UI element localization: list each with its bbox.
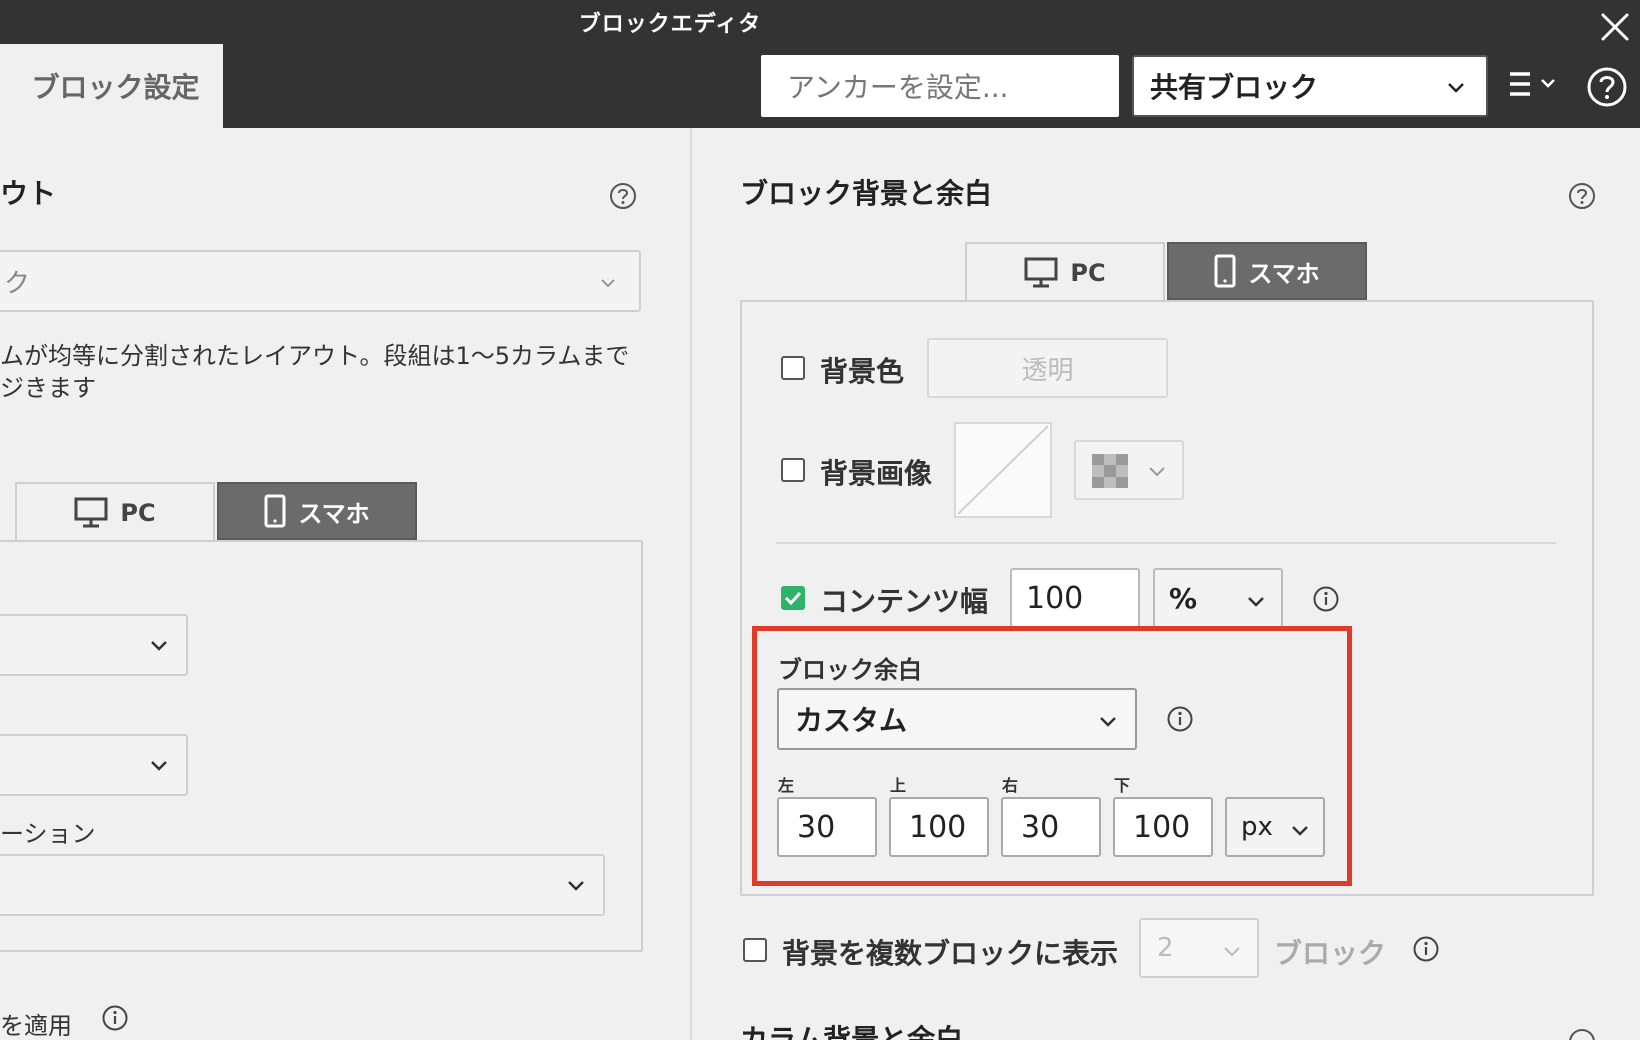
multi-block-count-value: 2 (1157, 933, 1174, 963)
question-circle-icon (1569, 183, 1595, 209)
empty-image-icon (957, 425, 1049, 515)
multi-block-info-button[interactable] (1411, 934, 1441, 964)
left-help-button[interactable] (607, 180, 639, 212)
left-field-label: ーション (0, 820, 96, 848)
margin-top-input[interactable]: 100 (889, 797, 989, 857)
margin-top-label: 上 (890, 776, 907, 795)
hamburger-menu-icon (1510, 72, 1555, 96)
monitor-icon (74, 497, 108, 528)
checkerboard-icon (1092, 454, 1128, 488)
right-tab-pc[interactable]: PC (965, 242, 1165, 302)
question-circle-icon (610, 183, 636, 209)
bg-color-checkbox[interactable] (781, 356, 805, 380)
bg-image-placeholder[interactable] (954, 422, 1052, 518)
bg-image-checkbox[interactable] (781, 458, 805, 482)
tab-block-settings[interactable]: ブロック設定 (0, 44, 223, 128)
content-width-label: コンテンツ幅 (820, 585, 989, 618)
help-button[interactable] (1584, 64, 1630, 110)
column-help-button[interactable] (1566, 1026, 1598, 1040)
anchor-button[interactable]: アンカーを設定... (761, 55, 1119, 117)
section-separator (776, 542, 1556, 544)
left-tab-smartphone-label: スマホ (298, 499, 370, 528)
multi-block-count-select[interactable]: 2 (1139, 918, 1259, 978)
bg-image-label: 背景画像 (820, 457, 933, 490)
right-help-button[interactable] (1566, 180, 1598, 212)
checkmark-icon (784, 591, 802, 606)
margin-right-label: 右 (1002, 776, 1019, 795)
chevron-down-icon (1248, 597, 1264, 607)
question-circle-icon (1569, 1029, 1595, 1040)
shared-block-value: 共有ブロック (1150, 71, 1319, 104)
block-background-heading: ブロック背景と余白 (740, 177, 993, 210)
multi-block-checkbox[interactable] (743, 938, 767, 962)
question-circle-icon (1587, 67, 1627, 107)
block-margin-info-button[interactable] (1165, 704, 1195, 734)
chevron-down-icon (151, 761, 167, 771)
panel-divider (690, 128, 692, 1040)
chevron-down-icon (1149, 467, 1165, 477)
left-select-3[interactable] (0, 854, 605, 916)
left-select-2[interactable] (0, 734, 188, 796)
layout-select-value: ク (4, 268, 31, 299)
block-margin-select[interactable]: カスタム (777, 688, 1137, 750)
menu-button[interactable] (1508, 64, 1566, 108)
monitor-icon (1024, 257, 1058, 288)
chevron-down-icon (1224, 947, 1240, 957)
block-margin-value: カスタム (795, 704, 908, 737)
left-select-1[interactable] (0, 614, 188, 676)
info-icon (1413, 936, 1439, 962)
margin-right-input[interactable]: 30 (1001, 797, 1101, 857)
bg-color-picker-button[interactable]: 透明 (927, 338, 1168, 398)
margin-bottom-label: 下 (1114, 776, 1131, 795)
right-tab-pc-label: PC (1070, 259, 1106, 287)
info-icon (1167, 706, 1193, 732)
left-tab-pc[interactable]: PC (15, 482, 215, 542)
smartphone-icon (264, 494, 286, 528)
left-tab-smartphone[interactable]: スマホ (217, 482, 417, 540)
block-margin-label: ブロック余白 (778, 656, 922, 684)
info-icon (1313, 586, 1339, 612)
multi-block-suffix: ブロック (1274, 937, 1387, 970)
apply-label: を適用 (0, 1012, 72, 1040)
right-tab-smartphone-label: スマホ (1248, 259, 1320, 288)
chevron-down-icon (151, 641, 167, 651)
left-tab-pc-label: PC (120, 499, 156, 527)
content-width-unit-value: % (1169, 581, 1198, 615)
chevron-down-icon (601, 279, 615, 288)
margin-left-input[interactable]: 30 (777, 797, 877, 857)
chevron-down-icon (1448, 83, 1464, 93)
window-title: ブロックエディタ (578, 12, 762, 37)
margin-bottom-input[interactable]: 100 (1113, 797, 1213, 857)
layout-description-line1: ムが均等に分割されたレイアウト。段組は1〜5カラムまで (0, 342, 630, 370)
margin-left-label: 左 (778, 776, 795, 795)
content-width-checkbox[interactable] (781, 586, 805, 610)
column-background-heading: カラム背景と余白 (740, 1023, 964, 1040)
apply-info-button[interactable] (100, 1003, 130, 1033)
smartphone-icon (1214, 254, 1236, 288)
info-icon (102, 1005, 128, 1031)
bg-color-label: 背景色 (820, 355, 905, 388)
bg-image-select[interactable] (1074, 440, 1184, 500)
layout-select[interactable]: ク (0, 250, 641, 312)
shared-block-select[interactable]: 共有ブロック (1132, 55, 1488, 117)
close-button[interactable] (1598, 10, 1632, 44)
chevron-down-icon (1100, 717, 1116, 727)
margin-unit-select[interactable]: px (1225, 797, 1325, 857)
content-width-info-button[interactable] (1311, 584, 1341, 614)
chevron-down-icon (568, 881, 584, 891)
layout-description-line2: ジきます (0, 374, 96, 402)
multi-block-label: 背景を複数ブロックに表示 (782, 937, 1119, 970)
close-icon (1601, 13, 1629, 41)
content-width-input[interactable]: 100 (1010, 568, 1140, 628)
margin-unit-value: px (1241, 812, 1273, 842)
right-tab-smartphone[interactable]: スマホ (1167, 242, 1367, 300)
chevron-down-icon (1292, 826, 1308, 836)
content-width-unit-select[interactable]: % (1153, 568, 1283, 628)
left-section-heading: ウト (0, 177, 57, 210)
